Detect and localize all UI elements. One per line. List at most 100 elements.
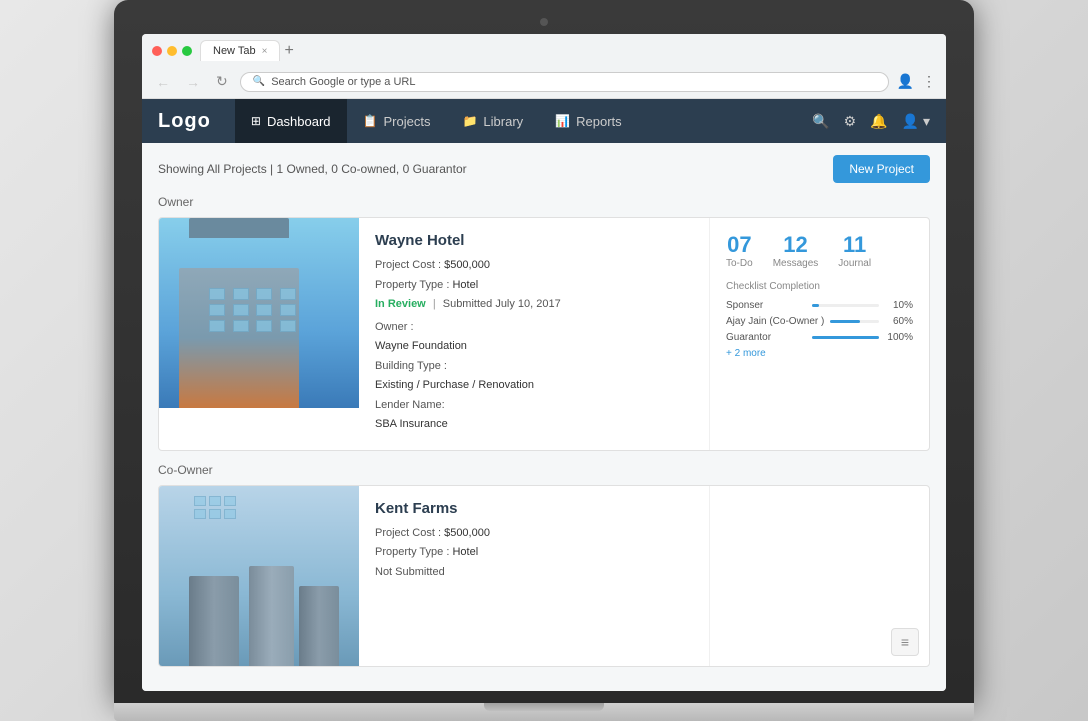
screen: New Tab × + ← → ↻ 🔍 Search Google or typ…	[142, 34, 946, 691]
browser-titlebar: New Tab × +	[142, 34, 946, 67]
browser-addressbar: ← → ↻ 🔍 Search Google or type a URL 👤 ⋮	[142, 67, 946, 98]
forward-btn[interactable]: →	[182, 72, 204, 92]
progress-bar-guarantor-bg	[812, 336, 879, 339]
kent-status-badge: Not Submitted	[375, 566, 445, 578]
cost-value: $500,000	[444, 259, 490, 271]
window	[256, 304, 272, 316]
project-name-kent: Kent Farms	[375, 500, 693, 517]
window	[256, 288, 272, 300]
kent-type-row: Property Type : Hotel	[375, 544, 693, 561]
status-row: In Review | Submitted July 10, 2017	[375, 296, 693, 313]
new-tab-btn[interactable]: +	[284, 42, 293, 60]
window	[224, 496, 236, 506]
maximize-window-btn[interactable]	[182, 46, 192, 56]
dashboard-icon: ⊞	[251, 114, 261, 128]
camera	[540, 18, 548, 26]
laptop-base	[114, 703, 974, 721]
more-link[interactable]: + 2 more	[726, 348, 913, 359]
nav-item-dashboard[interactable]: ⊞ Dashboard	[235, 99, 347, 143]
building-roof	[189, 218, 289, 238]
tower-windows	[194, 496, 236, 519]
nav-item-library[interactable]: 📁 Library	[446, 99, 539, 143]
progress-bar-sponser-bg	[812, 304, 879, 307]
owner-row: Owner :	[375, 319, 693, 336]
cost-label: Project Cost :	[375, 259, 444, 271]
window	[209, 509, 221, 519]
checklist-pct-sponser: 10%	[885, 300, 913, 311]
tab-close-btn[interactable]: ×	[262, 46, 268, 57]
window	[280, 288, 296, 300]
browser-account-btn[interactable]: 👤	[897, 73, 914, 90]
browser-tab[interactable]: New Tab ×	[200, 40, 280, 61]
building-windows	[209, 288, 299, 332]
checklist-item-ajay: Ajay Jain (Co-Owner ) 60%	[726, 316, 913, 327]
lender-value-row: SBA Insurance	[375, 416, 693, 433]
laptop-shell: New Tab × + ← → ↻ 🔍 Search Google or typ…	[114, 0, 974, 721]
address-bar[interactable]: 🔍 Search Google or type a URL	[240, 72, 889, 92]
nav-label-reports: Reports	[576, 114, 622, 129]
window	[209, 304, 225, 316]
owner-value-row: Wayne Foundation	[375, 338, 693, 355]
app-header: Logo ⊞ Dashboard 📋 Projects 📁 Library	[142, 99, 946, 143]
stat-messages: 12 Messages	[773, 232, 819, 269]
owner-label: Owner :	[375, 321, 414, 333]
journal-number: 11	[838, 232, 871, 258]
settings-header-btn[interactable]: ⚙	[844, 113, 857, 130]
project-name-wayne: Wayne Hotel	[375, 232, 693, 249]
building-main	[179, 268, 299, 408]
building-type-label: Building Type :	[375, 360, 447, 372]
building-type-label-row: Building Type :	[375, 358, 693, 375]
notifications-btn[interactable]: 🔔	[870, 113, 887, 130]
project-cost-row: Project Cost : $500,000	[375, 257, 693, 274]
property-type-row: Property Type : Hotel	[375, 277, 693, 294]
tab-title: New Tab	[213, 45, 256, 57]
building-type-value-row: Existing / Purchase / Renovation	[375, 377, 693, 394]
tower1	[189, 576, 239, 666]
progress-bar-ajay-bg	[830, 320, 879, 323]
checklist-name-guarantor: Guarantor	[726, 332, 806, 343]
progress-bar-ajay-fill	[830, 320, 859, 323]
close-window-btn[interactable]	[152, 46, 162, 56]
nav-item-reports[interactable]: 📊 Reports	[539, 99, 637, 143]
building-type-value: Existing / Purchase / Renovation	[375, 379, 534, 391]
minimize-window-btn[interactable]	[167, 46, 177, 56]
back-btn[interactable]: ←	[152, 72, 174, 92]
type-value: Hotel	[452, 279, 478, 291]
window	[209, 320, 225, 332]
top-bar: Showing All Projects | 1 Owned, 0 Co-own…	[158, 155, 930, 183]
library-icon: 📁	[462, 114, 477, 128]
stats-row: 07 To-Do 12 Messages 11 Journal	[726, 232, 913, 269]
todo-label: To-Do	[726, 258, 753, 269]
checklist-item-sponser: Sponser 10%	[726, 300, 913, 311]
project-details-wayne: Wayne Hotel Project Cost : $500,000 Prop…	[359, 218, 709, 450]
browser-menu-btn[interactable]: ⋮	[922, 73, 936, 90]
window	[233, 304, 249, 316]
search-header-btn[interactable]: 🔍	[812, 113, 829, 130]
project-stats-wayne: 07 To-Do 12 Messages 11 Journal	[709, 218, 929, 450]
user-menu-btn[interactable]: 👤 ▾	[902, 113, 930, 130]
main-nav: ⊞ Dashboard 📋 Projects 📁 Library 📊 Repor…	[235, 99, 812, 143]
nav-label-projects: Projects	[384, 114, 431, 129]
nav-item-projects[interactable]: 📋 Projects	[347, 99, 447, 143]
journal-label: Journal	[838, 258, 871, 269]
project-image-kent	[159, 486, 359, 666]
messages-label: Messages	[773, 258, 819, 269]
tab-bar: New Tab × +	[200, 40, 936, 61]
stat-journal: 11 Journal	[838, 232, 871, 269]
refresh-btn[interactable]: ↻	[212, 71, 232, 92]
lender-label-row: Lender Name:	[375, 397, 693, 414]
window	[280, 304, 296, 316]
stat-todo: 07 To-Do	[726, 232, 753, 269]
status-badge: In Review	[375, 298, 426, 310]
document-icon[interactable]: ≡	[891, 628, 919, 656]
new-project-button[interactable]: New Project	[833, 155, 930, 183]
kent-type-value: Hotel	[452, 546, 478, 558]
window	[209, 496, 221, 506]
checklist-name-sponser: Sponser	[726, 300, 806, 311]
window	[194, 496, 206, 506]
showing-text: Showing All Projects | 1 Owned, 0 Co-own…	[158, 162, 467, 176]
reports-icon: 📊	[555, 114, 570, 128]
window	[194, 509, 206, 519]
content-area: Showing All Projects | 1 Owned, 0 Co-own…	[142, 143, 946, 691]
lender-value: SBA Insurance	[375, 418, 448, 430]
